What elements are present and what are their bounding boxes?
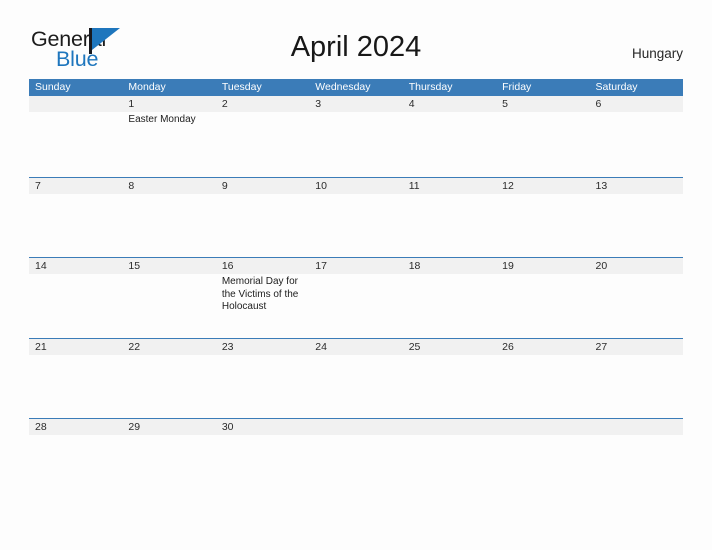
day-cell[interactable]: 30 — [216, 419, 309, 499]
day-cell[interactable]: 24 — [309, 339, 402, 419]
day-cell[interactable]: 16 Memorial Day for the Victims of the Ho… — [216, 258, 309, 338]
day-number: 29 — [128, 421, 141, 433]
day-number: 17 — [315, 260, 327, 272]
day-cell[interactable]: 28 — [29, 419, 122, 499]
day-number: 22 — [128, 340, 141, 353]
page-header: General Blue April 2024 Hungary — [0, 0, 712, 71]
day-cell[interactable]: 9 — [216, 178, 309, 258]
day-number: 16 — [221, 260, 234, 272]
day-number: 19 — [502, 260, 514, 272]
day-cell[interactable]: 3 — [309, 96, 402, 177]
day-number: 4 — [408, 98, 415, 110]
day-number: 15 — [128, 260, 141, 272]
day-number: 20 — [595, 260, 608, 272]
holiday-label: Memorial Day for the Victims of the Holo… — [221, 276, 299, 313]
day-cell-empty — [403, 419, 496, 499]
day-cell[interactable]: 10 — [309, 178, 402, 258]
day-cell[interactable]: 7 — [29, 178, 122, 258]
calendar-week-row: 7 8 9 10 11 12 13 — [29, 176, 683, 258]
week-cells: 7 8 9 10 11 12 13 — [29, 178, 683, 258]
day-number: 2 — [221, 98, 228, 110]
day-number: 27 — [595, 340, 608, 353]
day-number: 8 — [128, 179, 135, 192]
calendar-week-row: 21 22 23 24 25 26 27 — [29, 337, 683, 419]
day-cell[interactable]: 21 — [29, 339, 122, 419]
day-number: 1 — [128, 98, 135, 110]
day-cell[interactable]: 22 — [122, 339, 215, 419]
day-cell[interactable]: 15 — [122, 258, 215, 338]
day-number: 24 — [315, 340, 327, 353]
day-cell[interactable]: 13 — [590, 178, 683, 258]
weekday-header-wednesday: Wednesday — [315, 81, 371, 93]
day-number: 5 — [502, 98, 508, 110]
calendar-week-row: 1 Easter Monday 2 3 4 5 6 — [29, 96, 683, 177]
day-cell-empty — [29, 96, 122, 177]
day-cell[interactable]: 23 — [216, 339, 309, 419]
day-number: 13 — [595, 179, 608, 192]
day-cell[interactable]: 8 — [122, 178, 215, 258]
weekday-header-tuesday: Tuesday — [221, 81, 262, 93]
day-cell[interactable]: 25 — [403, 339, 496, 419]
day-number: 9 — [221, 179, 228, 192]
week-cells: 14 15 16 Memorial Day for the Victims of th… — [29, 258, 683, 338]
day-cell[interactable]: 1 Easter Monday — [122, 96, 215, 177]
weekday-header-row: Sunday Monday Tuesday Wednesday Thursday Frid… — [29, 79, 683, 96]
day-number: 25 — [408, 340, 421, 353]
calendar-body: 1 Easter Monday 2 3 4 5 6 7 8 9 10 11 12 13 14 15 16 Memo… — [29, 96, 683, 499]
day-cell[interactable]: 19 — [496, 258, 589, 338]
day-cell[interactable]: 11 — [403, 178, 496, 258]
week-cells: 21 22 23 24 25 26 27 — [29, 339, 683, 419]
day-cell[interactable]: 12 — [496, 178, 589, 258]
weekday-header-thursday: Thursday — [408, 81, 453, 93]
day-number: 12 — [502, 179, 514, 192]
day-number: 7 — [35, 179, 41, 192]
day-number: 11 — [408, 179, 420, 192]
weekday-header-monday: Monday — [128, 81, 166, 93]
weekday-header-saturday: Saturday — [595, 81, 638, 93]
weekday-header-sunday: Sunday — [35, 81, 71, 93]
day-cell[interactable]: 6 — [590, 96, 683, 177]
day-number: 6 — [595, 98, 602, 110]
day-cell-empty — [590, 419, 683, 499]
day-number: 23 — [221, 340, 234, 353]
week-cells: 28 29 30 — [29, 419, 683, 499]
calendar-grid: Sunday Monday Tuesday Wednesday Thursday Frid… — [29, 79, 683, 499]
day-cell[interactable]: 14 — [29, 258, 122, 338]
day-number: 3 — [315, 98, 322, 110]
country-label: Hungary — [631, 46, 683, 61]
day-cell[interactable]: 5 — [496, 96, 589, 177]
day-number: 21 — [35, 340, 47, 353]
day-cell[interactable]: 2 — [216, 96, 309, 177]
day-cell[interactable]: 27 — [590, 339, 683, 419]
calendar-week-row: 28 29 30 — [29, 418, 683, 499]
week-cells: 1 Easter Monday 2 3 4 5 6 — [29, 96, 683, 177]
day-cell-empty — [496, 419, 589, 499]
day-number: 18 — [408, 260, 421, 272]
day-number: 14 — [35, 260, 47, 272]
day-cell[interactable]: 29 — [122, 419, 215, 499]
day-number: 10 — [315, 179, 327, 192]
day-cell[interactable]: 26 — [496, 339, 589, 419]
holiday-label: Easter Monday — [128, 114, 196, 125]
day-cell[interactable]: 17 — [309, 258, 402, 338]
day-cell[interactable]: 20 — [590, 258, 683, 338]
calendar-week-row: 14 15 16 Memorial Day for the Victims of th… — [29, 257, 683, 338]
day-events: Easter Monday — [128, 112, 215, 127]
day-cell[interactable]: 18 — [403, 258, 496, 338]
day-number: 28 — [35, 421, 47, 433]
page-title: April 2024 — [290, 31, 422, 63]
day-cell[interactable]: 4 — [403, 96, 496, 177]
day-cell-empty — [309, 419, 402, 499]
weekday-header-friday: Friday — [502, 81, 532, 93]
day-number: 30 — [221, 421, 234, 433]
calendar-page: General Blue April 2024 Hungary Sunday Mo… — [0, 0, 712, 550]
day-number: 26 — [502, 340, 514, 353]
day-events: Memorial Day for the Victims of the Holo… — [222, 274, 309, 314]
